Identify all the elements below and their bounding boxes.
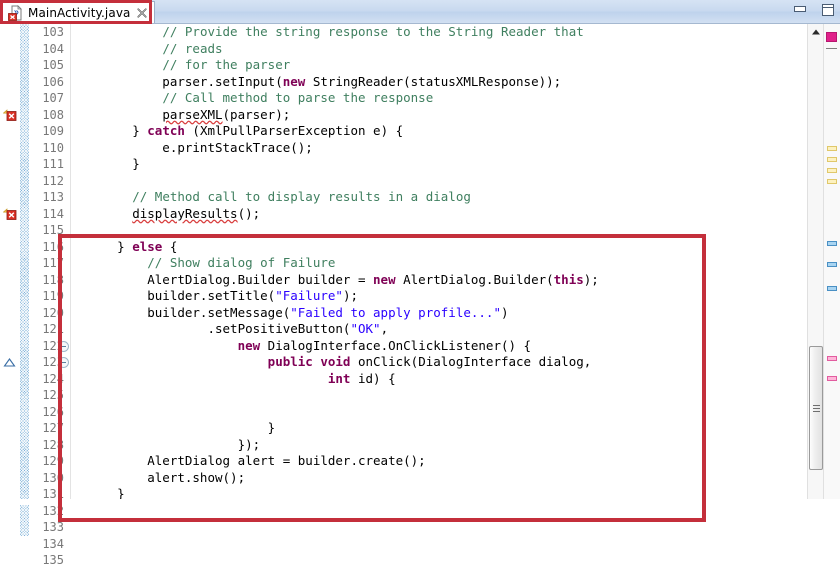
fold-collapse-icon[interactable] bbox=[58, 340, 69, 352]
folding-ruler[interactable] bbox=[56, 24, 70, 505]
overview-marker-warning[interactable] bbox=[827, 168, 837, 173]
close-icon[interactable] bbox=[136, 7, 148, 19]
editor-tab-label: MainActivity.java bbox=[28, 5, 131, 20]
overview-marker-error[interactable] bbox=[826, 32, 837, 42]
maximize-icon[interactable] bbox=[820, 3, 836, 17]
code-line: int id) { bbox=[327, 370, 396, 386]
overview-marker-warning[interactable] bbox=[827, 146, 837, 151]
code-line: // reads bbox=[162, 40, 223, 56]
scrollbar-thumb[interactable] bbox=[809, 346, 823, 470]
annotation-ruler[interactable] bbox=[0, 24, 21, 505]
line-number: 135 bbox=[42, 553, 64, 567]
code-line: builder.setTitle("Failure"); bbox=[72, 288, 358, 303]
overview-marker-occurrence[interactable] bbox=[827, 286, 837, 291]
editor-tab-bar: MainActivity.java bbox=[0, 0, 840, 24]
code-line: // Call method to parse the response bbox=[162, 90, 434, 105]
fold-collapse-icon[interactable] bbox=[58, 357, 69, 368]
error-marker-icon[interactable] bbox=[2, 207, 19, 222]
code-line: } else { bbox=[72, 238, 178, 254]
code-line: } bbox=[72, 420, 276, 435]
code-line: .setPositiveButton("OK", bbox=[72, 321, 389, 336]
overview-marker-warning[interactable] bbox=[827, 179, 837, 184]
java-file-error-icon bbox=[8, 4, 24, 21]
code-line: parser.setInput(new StringReader(statusX… bbox=[72, 73, 562, 89]
vertical-scrollbar[interactable] bbox=[807, 24, 824, 505]
eclipse-editor-window: MainActivity.java 103 104 105 106 107 10… bbox=[0, 0, 840, 567]
code-line: alert.show(); bbox=[72, 469, 246, 485]
overview-ruler-separator bbox=[826, 48, 837, 49]
code-line: }); bbox=[72, 436, 261, 452]
code-line: } bbox=[72, 156, 140, 171]
code-line: e.printStackTrace(); bbox=[72, 139, 313, 155]
overview-ruler[interactable] bbox=[823, 24, 840, 505]
source-code-text[interactable]: // Provide the string response to the St… bbox=[72, 24, 794, 505]
code-line: builder.setMessage("Failed to apply prof… bbox=[72, 304, 509, 320]
code-line: } catch (XmlPullParserException e) { bbox=[72, 123, 404, 138]
overview-marker-occurrence[interactable] bbox=[827, 241, 837, 246]
editor-bottom-strip bbox=[0, 499, 840, 505]
error-marker-icon[interactable] bbox=[2, 108, 19, 123]
code-line: displayResults(); bbox=[132, 205, 261, 221]
code-line: parseXML(parser); bbox=[162, 106, 291, 122]
code-editor[interactable]: 103 104 105 106 107 108 109 110 111 112 113 114 115 1… bbox=[0, 24, 840, 567]
code-line: // Provide the string response to the St… bbox=[162, 24, 584, 39]
code-line: // Show dialog of Failure bbox=[147, 255, 336, 270]
overview-marker-occurrence[interactable] bbox=[827, 262, 837, 267]
code-line: AlertDialog alert = builder.create(); bbox=[72, 453, 426, 468]
window-controls bbox=[792, 3, 836, 17]
code-line: // Method call to display results in a d… bbox=[132, 189, 471, 204]
overview-marker-warning[interactable] bbox=[827, 157, 837, 162]
scroll-up-icon[interactable] bbox=[808, 24, 824, 40]
editor-tab-mainactivity[interactable]: MainActivity.java bbox=[2, 1, 156, 23]
overview-marker-change[interactable] bbox=[827, 356, 837, 361]
code-line: AlertDialog.Builder builder = new AlertD… bbox=[72, 271, 599, 287]
scrollbar-grip bbox=[813, 405, 820, 412]
gutter-separator bbox=[70, 24, 71, 505]
bookmark-marker-icon[interactable] bbox=[3, 356, 16, 369]
minimize-icon[interactable] bbox=[792, 3, 808, 17]
code-line: public void onClick(DialogInterface dial… bbox=[267, 354, 592, 369]
line-number: 134 bbox=[42, 536, 64, 551]
line-number: 133 bbox=[42, 520, 64, 534]
overview-marker-change[interactable] bbox=[827, 376, 837, 381]
code-line: // for the parser bbox=[162, 57, 291, 72]
code-line: new DialogInterface.OnClickListener() { bbox=[237, 337, 532, 353]
